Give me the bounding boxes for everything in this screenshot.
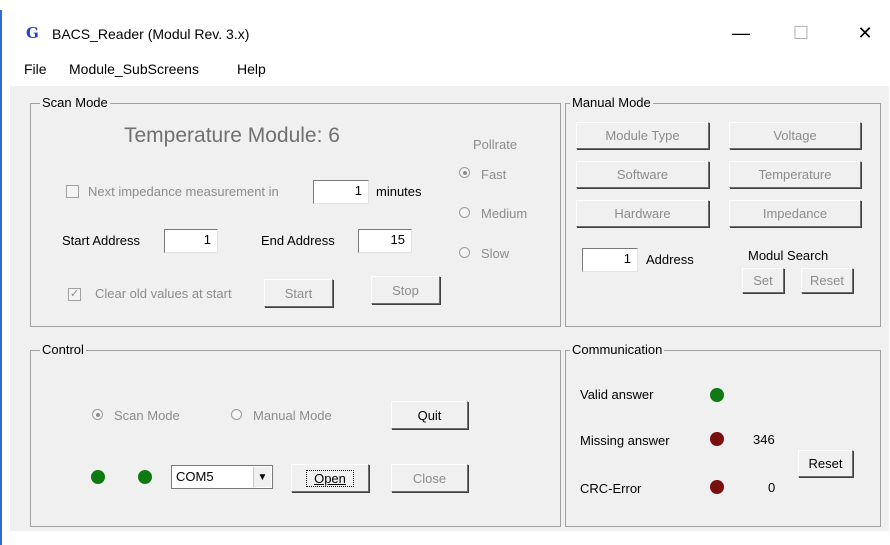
pollrate-fast-radio[interactable] <box>459 167 470 178</box>
impedance-button[interactable]: Impedance <box>729 200 861 227</box>
clear-old-label: Clear old values at start <box>95 286 232 301</box>
modul-search-set-button[interactable]: Set <box>742 268 784 293</box>
pollrate-slow-label: Slow <box>481 246 510 261</box>
hardware-button[interactable]: Hardware <box>576 200 709 227</box>
com-port-value: COM5 <box>176 469 214 484</box>
start-button[interactable]: Start <box>264 279 333 307</box>
crc-error-led <box>710 480 724 494</box>
maximize-button[interactable]: ☐ <box>778 14 824 52</box>
scan-mode-radio[interactable] <box>92 409 103 420</box>
manual-mode-radio[interactable] <box>231 409 242 420</box>
missing-answer-count: 346 <box>753 432 775 447</box>
communication-reset-button[interactable]: Reset <box>798 450 853 477</box>
start-address-label: Start Address <box>62 233 141 248</box>
next-impedance-label: Next impedance measurement in <box>88 184 279 199</box>
crc-error-count: 0 <box>768 480 776 495</box>
next-impedance-input[interactable]: 1 <box>313 180 369 204</box>
manual-address-label: Address <box>646 252 694 267</box>
close-button[interactable]: ✕ <box>842 14 888 52</box>
pollrate-medium-radio[interactable] <box>459 207 470 218</box>
menu-file[interactable]: File <box>24 61 47 77</box>
window-accent-border <box>0 10 2 545</box>
scan-mode-group-title: Scan Mode <box>40 95 110 110</box>
modul-search-reset-button[interactable]: Reset <box>801 268 853 293</box>
valid-answer-label: Valid answer <box>580 387 654 402</box>
temperature-button[interactable]: Temperature <box>729 161 861 188</box>
minutes-label: minutes <box>376 184 422 199</box>
modul-search-label: Modul Search <box>748 248 829 263</box>
close-port-button[interactable]: Close <box>391 464 468 492</box>
scan-mode-radio-label: Scan Mode <box>114 408 180 423</box>
valid-answer-led <box>710 388 724 402</box>
app-icon: G <box>26 24 39 42</box>
missing-answer-label: Missing answer <box>580 433 670 448</box>
open-button[interactable]: Open <box>291 464 369 492</box>
control-group <box>30 350 561 527</box>
start-address-input[interactable]: 1 <box>164 229 218 253</box>
menu-help[interactable]: Help <box>237 61 266 77</box>
manual-mode-group-title: Manual Mode <box>570 95 653 110</box>
communication-group-title: Communication <box>570 342 665 357</box>
end-address-input[interactable]: 15 <box>358 229 412 253</box>
chevron-down-icon[interactable]: ▼ <box>253 467 271 487</box>
control-group-title: Control <box>40 342 86 357</box>
pollrate-slow-radio[interactable] <box>459 247 470 258</box>
pollrate-fast-label: Fast <box>481 167 507 182</box>
status-led-2 <box>138 470 152 484</box>
crc-error-label: CRC-Error <box>580 481 642 496</box>
minimize-button[interactable]: — <box>718 14 764 52</box>
pollrate-medium-label: Medium <box>481 206 528 221</box>
window-title: BACS_Reader (Modul Rev. 3.x) <box>52 26 250 42</box>
status-led-1 <box>91 470 105 484</box>
module-type-button[interactable]: Module Type <box>576 122 709 149</box>
com-port-select[interactable]: COM5 ▼ <box>171 465 273 489</box>
menu-module-subscreens[interactable]: Module_SubScreens <box>69 61 199 77</box>
clear-old-checkbox[interactable]: ✓ <box>68 288 81 301</box>
manual-mode-radio-label: Manual Mode <box>253 408 332 423</box>
software-button[interactable]: Software <box>576 161 709 188</box>
stop-button[interactable]: Stop <box>371 276 440 304</box>
voltage-button[interactable]: Voltage <box>729 122 861 149</box>
end-address-label: End Address <box>261 233 335 248</box>
next-impedance-checkbox[interactable] <box>66 185 79 198</box>
manual-address-input[interactable]: 1 <box>582 248 638 272</box>
pollrate-label: Pollrate <box>473 137 518 152</box>
module-heading: Temperature Module: 6 <box>124 124 340 147</box>
quit-button[interactable]: Quit <box>391 401 468 429</box>
open-button-label: Open <box>306 469 354 487</box>
missing-answer-led <box>710 432 724 446</box>
